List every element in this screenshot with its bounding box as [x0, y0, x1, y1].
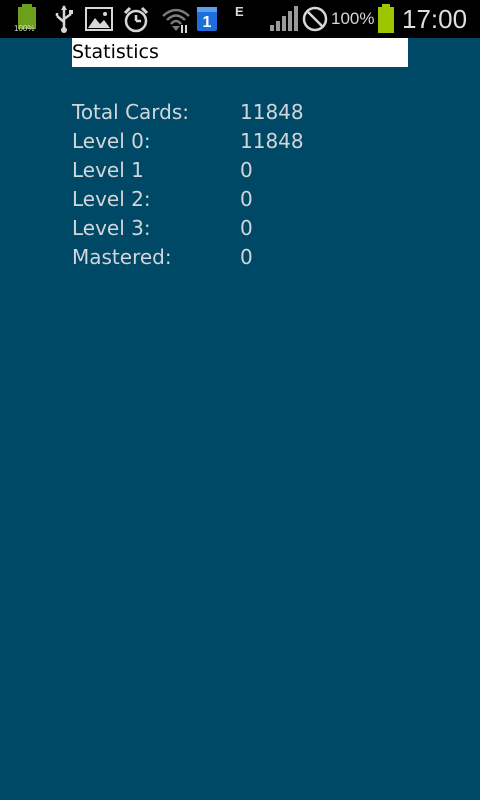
page-title: Statistics: [72, 41, 159, 63]
battery-percent-small: 100%: [14, 24, 35, 33]
stat-row-level-2: Level 2: 0: [72, 185, 408, 214]
stat-label: Level 2:: [72, 187, 151, 211]
calendar-number: 1: [203, 14, 212, 31]
stat-label: Level 3:: [72, 216, 151, 240]
stat-row-mastered: Mastered: 0: [72, 243, 408, 272]
usb-icon: [52, 0, 76, 38]
stat-row-level-0: Level 0: 11848: [72, 127, 408, 156]
battery-percent-label: 100%: [331, 9, 375, 28]
stat-row-level-1: Level 1 0: [72, 156, 408, 185]
stat-value: 11848: [240, 129, 304, 153]
gallery-icon: [84, 0, 114, 38]
network-type-label: E: [235, 4, 244, 19]
statistics-list: Total Cards: 11848 Level 0: 11848 Level …: [72, 98, 408, 272]
stat-value: 0: [240, 187, 253, 211]
stat-value: 0: [240, 216, 253, 240]
stat-label: Total Cards:: [72, 100, 190, 124]
do-not-disturb-icon: [300, 0, 330, 38]
calendar-icon: 1: [196, 0, 218, 38]
status-bar: 100% 1 E 100% 17:00: [0, 0, 480, 38]
clock: 17:00: [402, 4, 468, 34]
stat-row-level-3: Level 3: 0: [72, 214, 408, 243]
wifi-icon: [160, 0, 192, 38]
alarm-icon: [120, 0, 152, 38]
stat-label: Level 1: [72, 158, 144, 182]
battery-charging-icon: [376, 0, 396, 38]
signal-icon: [268, 0, 298, 38]
stat-value: 0: [240, 245, 253, 269]
stat-value: 0: [240, 158, 253, 182]
stat-label: Level 0:: [72, 129, 151, 153]
stat-value: 11848: [240, 100, 304, 124]
title-bar: Statistics: [72, 38, 408, 67]
stat-label: Mastered:: [72, 245, 172, 269]
stat-row-total-cards: Total Cards: 11848: [72, 98, 408, 127]
